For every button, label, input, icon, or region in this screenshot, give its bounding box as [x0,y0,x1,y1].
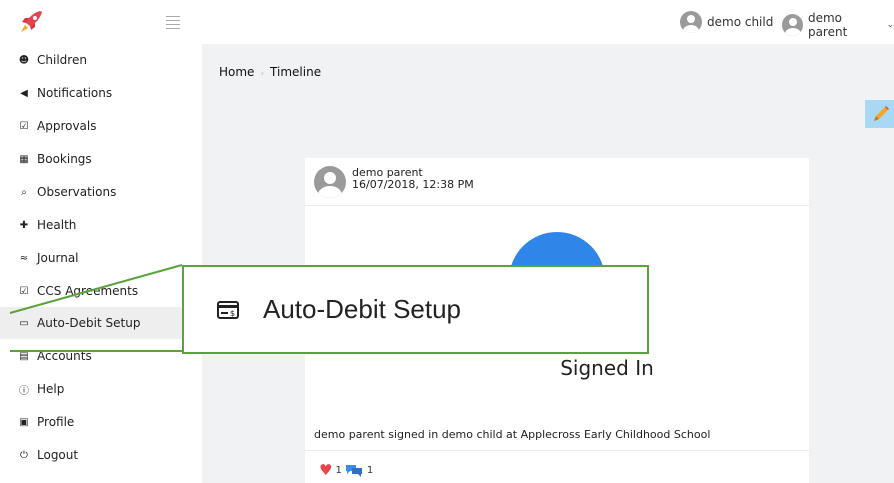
post-description: demo parent signed in demo child at Appl… [314,428,711,441]
callout-label: Auto-Debit Setup [263,294,462,324]
comment-icon[interactable] [345,463,363,477]
chevron-down-icon: ⌄ [886,20,894,30]
heart-icon[interactable]: ♥ [319,461,332,479]
sidebar-item-children[interactable]: ☻ Children [0,44,202,76]
sidebar-item-label: Bookings [37,152,92,166]
journal-icon: ≈ [19,252,29,264]
svg-text:$: $ [230,309,235,318]
sidebar-item-logout[interactable]: ⏻ Logout [0,439,202,471]
search-icon: ⌕ [21,186,27,198]
sidebar-item-label: Accounts [37,349,92,363]
sidebar-item-label: Profile [37,415,75,429]
zoom-callout: $ Auto-Debit Setup [182,265,649,354]
parent-name: demo parent [807,11,848,39]
post-timestamp: 16/07/2018, 12:38 PM [352,178,474,191]
sidebar-item-auto-debit-setup[interactable]: ▭ Auto-Debit Setup [0,307,202,339]
sidebar-item-label: Children [37,53,87,67]
sidebar-item-label: CCS Agreements [37,284,139,298]
breadcrumb-home[interactable]: Home [219,65,254,79]
child-name: demo child [707,15,774,29]
payment-card-icon: $ [217,300,239,319]
sidebar-item-label: Notifications [37,86,113,100]
divider [305,205,809,206]
sidebar-item-profile[interactable]: ▣ Profile [0,406,202,438]
edit-button[interactable] [865,100,894,128]
top-bar: demo child demo parent ⌄ [0,0,894,44]
child-icon: ☻ [18,54,30,66]
sidebar-item-label: Auto-Debit Setup [37,316,141,330]
sidebar-item-approvals[interactable]: ☑ Approvals [0,110,202,142]
sidebar-item-notifications[interactable]: ◀ Notifications [0,77,202,109]
breadcrumb-separator: › [260,69,265,79]
sidebar-item-journal[interactable]: ≈ Journal [0,242,202,274]
like-count: 1 [335,464,342,476]
help-icon: ⓘ [19,385,29,397]
megaphone-icon: ◀ [20,87,28,99]
sidebar-item-label: Health [37,218,77,232]
event-title: Signed In [560,356,654,380]
sidebar-item-bookings[interactable]: ▦ Bookings [0,143,202,175]
checkbox-icon: ☑ [19,285,29,297]
sidebar-item-label: Observations [37,185,117,199]
sidebar-item-label: Help [37,382,65,396]
parent-menu[interactable]: demo parent ⌄ [782,11,894,39]
payment-card-icon: ▭ [19,317,29,329]
calendar-icon: ▦ [19,153,29,165]
child-switcher[interactable]: demo child [680,11,773,33]
sidebar-item-observations[interactable]: ⌕ Observations [0,176,202,208]
sidebar-item-label: Logout [37,448,79,462]
parent-avatar [782,14,803,36]
pencil-icon [874,106,889,121]
rocket-logo-icon[interactable] [18,10,44,34]
sidebar-item-ccs-agreements[interactable]: ☑ CCS Agreements [0,275,202,307]
breadcrumb-current: Timeline [270,65,322,79]
sidebar-item-help[interactable]: ⓘ Help [0,373,202,405]
sidebar: ☻ Children ◀ Notifications ☑ Approvals ▦… [0,44,202,483]
accounts-icon: ▤ [19,350,29,362]
post-reactions: ♥ 1 1 [319,461,373,479]
divider [305,450,809,451]
post-author-block: demo parent 16/07/2018, 12:38 PM [352,167,474,191]
menu-toggle-icon[interactable] [166,16,180,29]
breadcrumb: Home › Timeline [219,65,321,79]
author-avatar [314,166,346,198]
sidebar-item-accounts[interactable]: ▤ Accounts [0,340,202,372]
power-icon: ⏻ [20,449,28,461]
child-avatar [680,11,702,33]
sidebar-item-label: Approvals [37,119,97,133]
profile-icon: ▣ [19,416,29,428]
health-icon: ✚ [19,219,29,231]
comment-count: 1 [366,464,374,476]
sidebar-item-label: Journal [37,251,79,265]
checkbox-icon: ☑ [19,120,29,132]
sidebar-item-health[interactable]: ✚ Health [0,209,202,241]
